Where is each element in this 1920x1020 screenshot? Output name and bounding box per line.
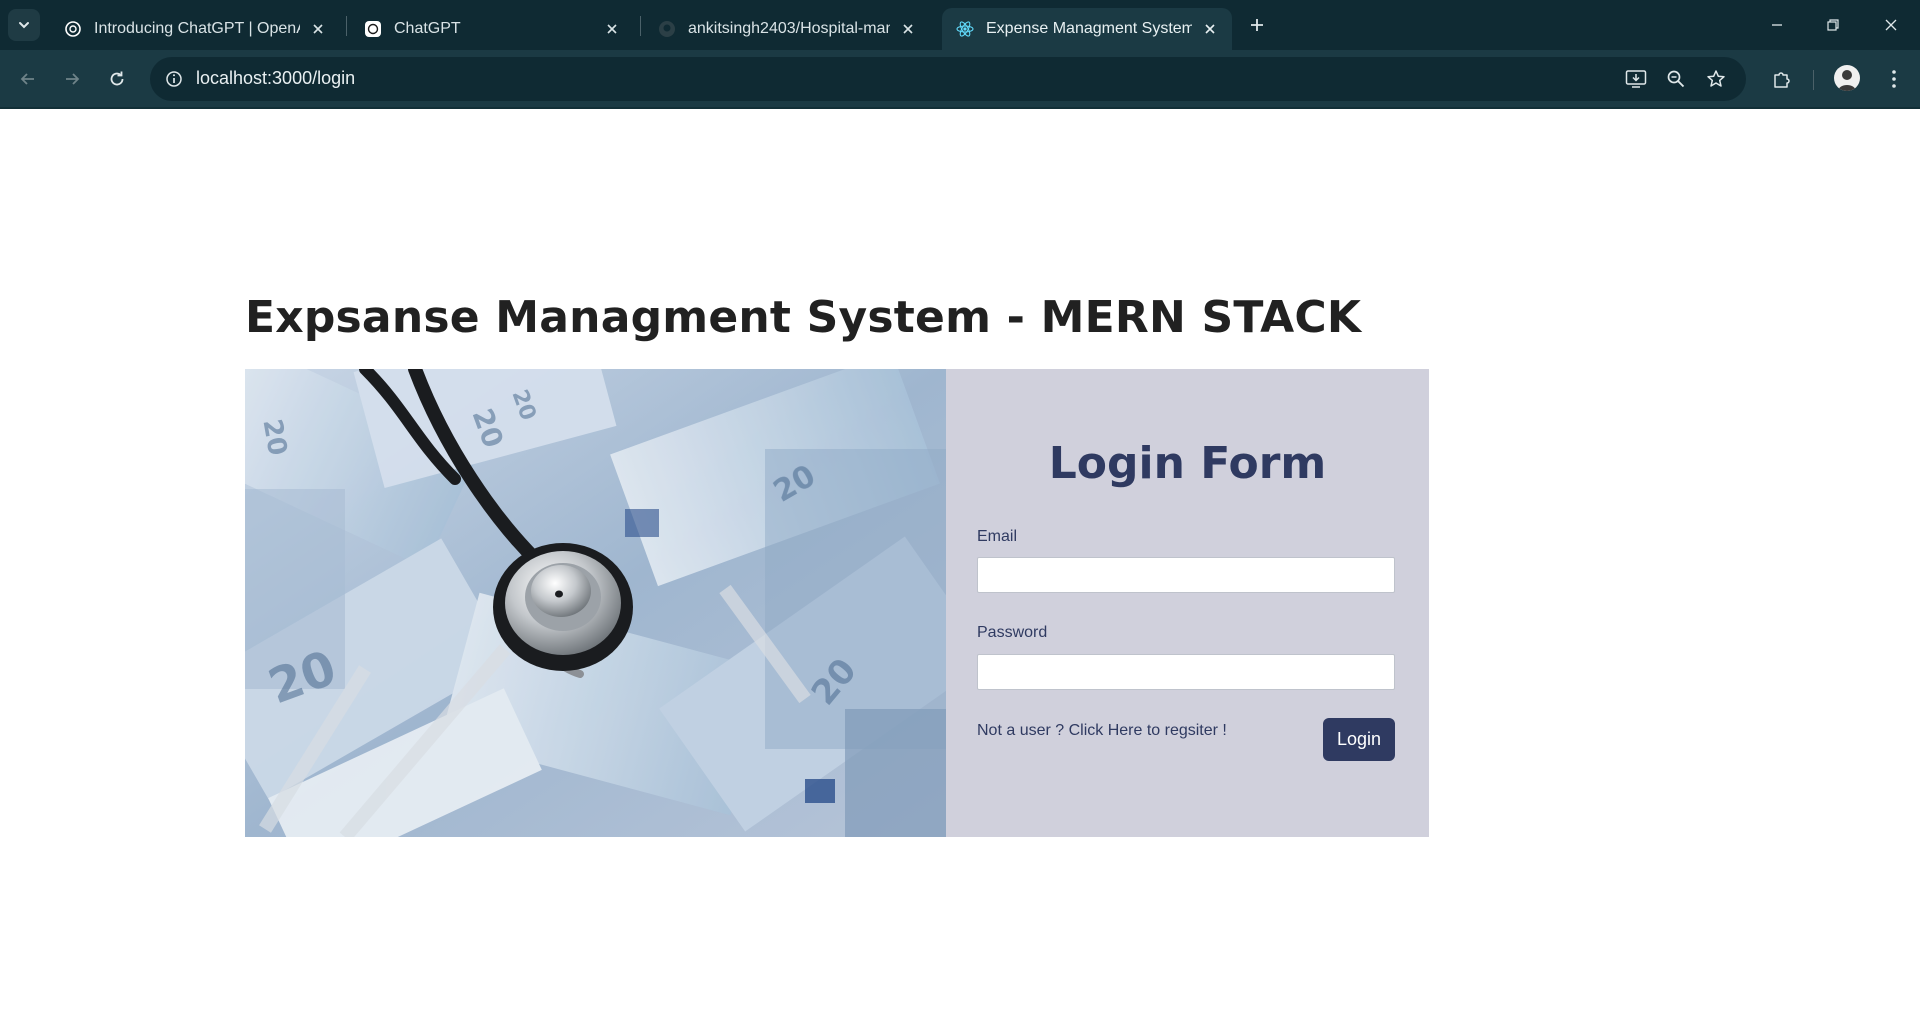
puzzle-icon [1774, 72, 1790, 88]
kebab-menu-icon [1892, 70, 1896, 88]
password-field[interactable] [977, 654, 1395, 690]
tab-title: Introducing ChatGPT | OpenAI [94, 20, 300, 37]
menu-button[interactable] [1878, 63, 1910, 95]
github-icon [658, 20, 676, 38]
tab-search-button[interactable] [8, 9, 40, 41]
tab-title: ankitsingh2403/Hospital-manag [688, 20, 890, 37]
address-bar[interactable]: localhost:3000/login [150, 57, 1746, 101]
svg-text:20: 20 [257, 417, 293, 458]
browser-toolbar: localhost:3000/login [0, 50, 1920, 108]
reload-button[interactable] [101, 63, 133, 95]
email-field[interactable] [977, 557, 1395, 593]
password-label: Password [977, 624, 1048, 641]
back-button[interactable] [12, 63, 44, 95]
arrow-right-icon [66, 73, 80, 85]
login-button[interactable]: Login [1323, 718, 1395, 761]
email-label: Email [977, 528, 1018, 545]
minimize-icon [1772, 24, 1782, 26]
hero-image: 20 20 20 20 20 20 [245, 369, 946, 837]
close-icon[interactable] [1200, 19, 1220, 39]
close-icon[interactable] [898, 19, 918, 39]
register-link[interactable]: Not a user ? Click Here to regsiter ! [977, 722, 1227, 740]
close-icon [1885, 19, 1897, 31]
reload-icon [110, 71, 124, 86]
site-info-icon[interactable] [162, 67, 186, 91]
tab-title: Expense Managment System [986, 20, 1192, 37]
tab-introducing-chatgpt[interactable]: Introducing ChatGPT | OpenAI [50, 8, 340, 50]
profile-icon [1838, 70, 1856, 91]
bookmark-star-icon[interactable] [1704, 67, 1728, 91]
restore-icon [1827, 19, 1839, 31]
close-window-button[interactable] [1876, 10, 1906, 40]
login-card: 20 20 20 20 20 20 Login Form Email Passw… [245, 369, 1429, 837]
react-icon [956, 20, 974, 38]
close-icon[interactable] [308, 19, 328, 39]
tab-separator [346, 16, 347, 36]
close-icon[interactable] [602, 19, 622, 39]
tab-separator [640, 16, 641, 36]
openai-icon [364, 20, 382, 38]
arrow-left-icon [20, 73, 34, 85]
restore-button[interactable] [1818, 10, 1848, 40]
form-title: Login Form [1048, 438, 1327, 489]
minimize-button[interactable] [1762, 10, 1792, 40]
page-title: Expsanse Managment System - MERN STACK [245, 292, 1362, 343]
browser-tab-bar: Introducing ChatGPT | OpenAI ChatGPT ank… [0, 0, 1920, 50]
forward-button[interactable] [56, 63, 88, 95]
install-app-icon[interactable] [1624, 67, 1648, 91]
login-form-panel: Login Form Email Password Not a user ? C… [946, 369, 1429, 837]
plus-icon [1251, 19, 1263, 31]
tab-chatgpt[interactable]: ChatGPT [350, 8, 634, 50]
tab-title: ChatGPT [394, 20, 461, 37]
tab-github-hospital[interactable]: ankitsingh2403/Hospital-manag [644, 8, 930, 50]
toolbar-bottom-border [0, 107, 1920, 109]
new-tab-button[interactable] [1244, 12, 1270, 38]
stethoscope-banknotes-illustration: 20 20 20 20 20 20 [245, 369, 946, 837]
openai-icon [64, 20, 82, 38]
zoom-icon[interactable] [1664, 67, 1688, 91]
extensions-button[interactable] [1766, 63, 1798, 95]
chevron-down-icon [19, 22, 29, 29]
url-text[interactable]: localhost:3000/login [196, 68, 355, 89]
tab-expense-managment[interactable]: Expense Managment System [942, 8, 1232, 50]
profile-avatar[interactable] [1834, 65, 1860, 91]
toolbar-divider [1813, 70, 1814, 90]
